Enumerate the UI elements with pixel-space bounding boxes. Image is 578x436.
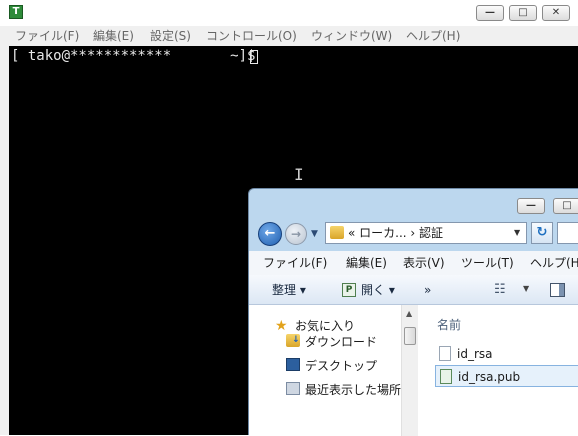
pub-key-file-icon: [440, 369, 452, 384]
terminal-close-button[interactable]: ✕: [542, 5, 570, 21]
file-row-id-rsa[interactable]: id_rsa: [435, 343, 578, 365]
address-bar[interactable]: « ローカ... › 認証 ▼: [325, 222, 527, 244]
views-dropdown[interactable]: ▼: [523, 284, 529, 294]
back-arrow-icon[interactable]: ←: [258, 222, 282, 246]
address-dropdown[interactable]: ▼: [514, 228, 520, 238]
explorer-menu-help[interactable]: ヘルプ(H: [530, 255, 578, 271]
nav-pane-scrollbar[interactable]: ▲: [401, 305, 418, 436]
menu-help[interactable]: ヘルプ(H): [406, 28, 460, 44]
navigation-pane: ★ お気に入り ↓ ダウンロード デスクトップ 最近表示した場所: [249, 305, 401, 436]
breadcrumb[interactable]: « ローカ... › 認証: [348, 225, 443, 241]
recent-pages-dropdown[interactable]: ▼: [311, 229, 318, 239]
open-icon: P: [342, 283, 356, 297]
file-name: id_rsa: [457, 347, 493, 361]
explorer-menu-file[interactable]: ファイル(F): [263, 255, 327, 271]
download-arrow-icon: ↓: [292, 335, 300, 345]
nav-item-favorites[interactable]: お気に入り: [295, 318, 355, 334]
refresh-icon[interactable]: ↻: [531, 222, 553, 244]
terminal-titlebar[interactable]: T — □ ✕: [0, 0, 578, 26]
menu-file[interactable]: ファイル(F): [15, 28, 79, 44]
terminal-menubar: ファイル(F) 編集(E) 設定(S) コントロール(O) ウィンドウ(W) ヘ…: [0, 26, 578, 46]
explorer-window: — □ ← → ▼ « ローカ... › 認証 ▼ ↻ ファイル(F) 編集(E…: [248, 188, 578, 436]
search-input[interactable]: [557, 222, 578, 244]
text-cursor-icon: I: [294, 165, 304, 184]
terminal-maximize-button[interactable]: □: [509, 5, 537, 21]
explorer-menu-edit[interactable]: 編集(E): [346, 255, 387, 271]
terminal-app-icon: T: [9, 5, 23, 19]
explorer-maximize-button[interactable]: □: [553, 198, 578, 214]
explorer-menu-view[interactable]: 表示(V): [403, 255, 445, 271]
nav-item-desktop[interactable]: デスクトップ: [305, 358, 377, 374]
folder-icon: [330, 226, 344, 239]
explorer-minimize-button[interactable]: —: [517, 198, 545, 214]
scrollbar-thumb[interactable]: [404, 327, 416, 345]
nav-item-downloads[interactable]: ダウンロード: [305, 334, 377, 350]
preview-pane-icon[interactable]: [550, 283, 565, 297]
column-header-name[interactable]: 名前: [437, 317, 461, 333]
organize-label: 整理: [272, 283, 297, 297]
more-commands-button[interactable]: »: [424, 282, 431, 298]
explorer-menu-tools[interactable]: ツール(T): [461, 255, 514, 271]
menu-edit[interactable]: 編集(E): [93, 28, 134, 44]
recent-places-icon: [286, 382, 300, 395]
explorer-toolbar: 整理 ▾ P 開く ▾ » ☷ ▼: [249, 275, 578, 305]
terminal-cursor: [250, 50, 258, 64]
desktop-icon: [286, 358, 300, 371]
terminal-minimize-button[interactable]: —: [476, 5, 504, 21]
views-icon[interactable]: ☷: [494, 282, 506, 298]
menu-window[interactable]: ウィンドウ(W): [311, 28, 392, 44]
organize-button[interactable]: 整理 ▾: [272, 282, 306, 298]
scroll-up-icon[interactable]: ▲: [406, 309, 412, 319]
file-icon: [439, 346, 451, 361]
menu-settings[interactable]: 設定(S): [150, 28, 191, 44]
menu-control[interactable]: コントロール(O): [206, 28, 297, 44]
open-button[interactable]: 開く ▾: [361, 282, 395, 298]
file-list: 名前 id_rsa id_rsa.pub: [419, 305, 578, 436]
file-name: id_rsa.pub: [458, 370, 521, 384]
explorer-content: ★ お気に入り ↓ ダウンロード デスクトップ 最近表示した場所 ▲ 名前 id…: [249, 305, 578, 436]
shell-prompt: [ tako@************ ~]$: [11, 48, 256, 64]
nav-item-recent-places[interactable]: 最近表示した場所: [305, 382, 401, 398]
star-icon: ★: [275, 318, 288, 334]
forward-arrow-icon[interactable]: →: [285, 223, 307, 245]
open-label: 開く: [361, 283, 386, 297]
file-row-id-rsa-pub[interactable]: id_rsa.pub: [435, 365, 578, 387]
explorer-menubar: ファイル(F) 編集(E) 表示(V) ツール(T) ヘルプ(H: [249, 251, 578, 275]
